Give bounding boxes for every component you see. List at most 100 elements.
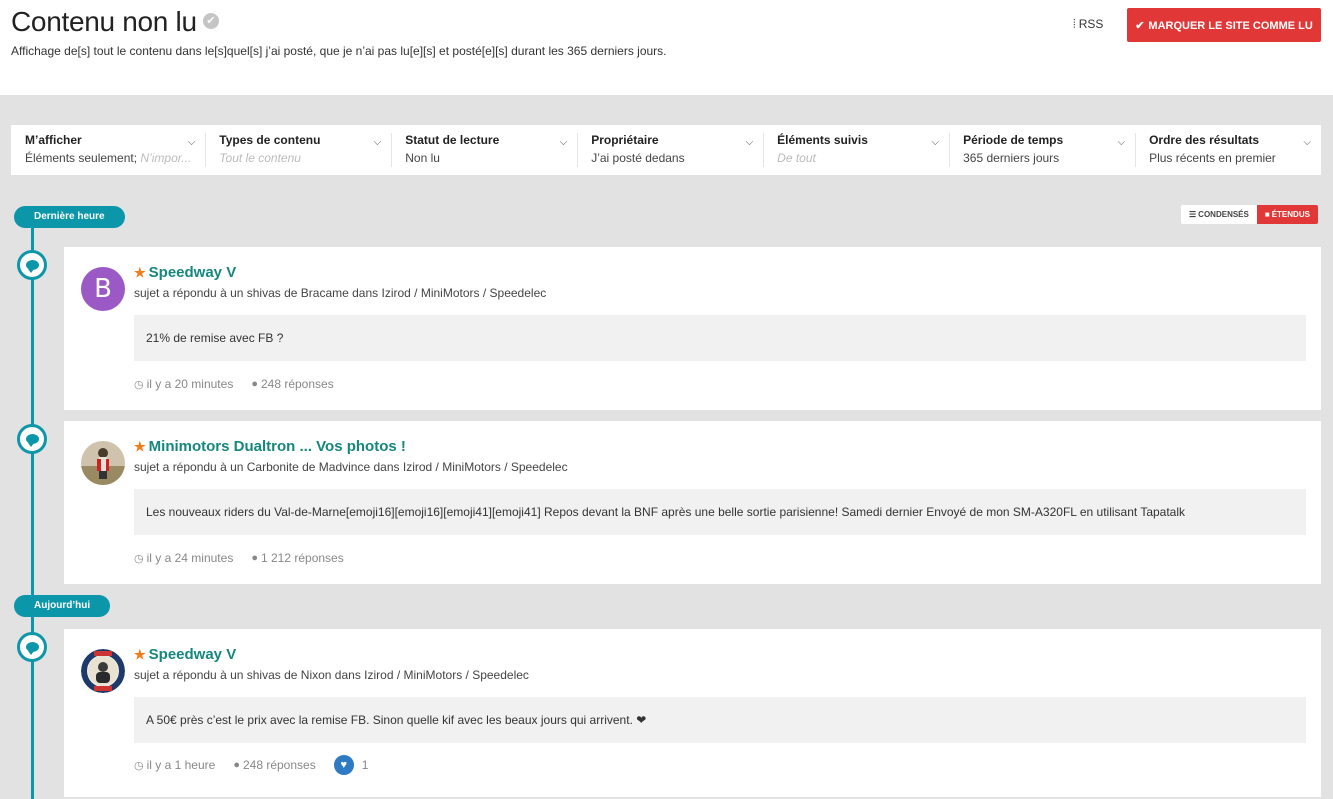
clock-icon: ◷ <box>134 378 144 391</box>
post-time: ◷ il y a 1 heure <box>134 758 215 772</box>
heart-icon: ♥ <box>333 755 354 775</box>
condensed-view-button[interactable]: ☰ CONDENSÉS <box>1181 205 1257 224</box>
comment-icon: ● <box>251 552 258 564</box>
list-icon: ☰ <box>1189 210 1197 219</box>
comment-node-icon <box>17 250 47 280</box>
filter-followed[interactable]: Éléments suivis De tout ⌵ <box>763 125 949 175</box>
chevron-down-icon: ⌵ <box>559 137 568 148</box>
chevron-down-icon: ⌵ <box>373 137 382 148</box>
post-title: Speedway V <box>148 646 237 663</box>
post-meta: ◷ il y a 1 heure ● 248 réponses ♥ 1 <box>134 755 386 775</box>
chevron-down-icon: ⌵ <box>745 137 754 148</box>
avatar-badge <box>81 649 125 693</box>
filter-content-types[interactable]: Types de contenu Tout le contenu ⌵ <box>205 125 391 175</box>
post-time: ◷ il y a 24 minutes <box>134 551 233 565</box>
filter-value: Tout le contenu <box>219 151 301 165</box>
post-subtitle: sujet a répondu à un shivas de Nixon dan… <box>134 668 529 682</box>
reaction-count: 1 <box>361 758 369 772</box>
comment-node-icon <box>17 632 47 662</box>
comment-node-icon <box>17 424 47 454</box>
post-meta: ◷ il y a 20 minutes ● 248 réponses <box>134 377 352 391</box>
post-title-link[interactable]: ★ Speedway V <box>134 646 236 663</box>
page-header: Contenu non lu ✔ Affichage de[s] tout le … <box>0 0 1333 95</box>
post-card: ★ Minimotors Dualtron ... Vos photos ! su… <box>64 421 1321 584</box>
post-replies-text: 248 réponses <box>242 758 316 772</box>
clock-icon: ◷ <box>134 759 144 772</box>
chevron-down-icon: ⌵ <box>1117 137 1126 148</box>
rss-label: RSS <box>1078 17 1104 31</box>
post-title: Speedway V <box>148 264 237 281</box>
filter-time-period[interactable]: Période de temps 365 derniers jours ⌵ <box>949 125 1135 175</box>
filter-value: Non lu <box>405 151 440 165</box>
time-group-label: Dernière heure <box>14 206 125 228</box>
post-replies: ● 248 réponses <box>251 377 333 391</box>
filter-bar: M’afficher Éléments seulement; N’impor..… <box>11 125 1321 175</box>
post-excerpt: Les nouveaux riders du Val-de-Marne[emoj… <box>134 489 1306 535</box>
mark-site-read-button[interactable]: ✔ MARQUER LE SITE COMME LU <box>1127 8 1321 42</box>
post-excerpt: 21% de remise avec FB ? <box>134 315 1306 361</box>
avatar[interactable]: B <box>81 267 125 311</box>
post-subtitle: sujet a répondu à un shivas de Bracame d… <box>134 286 546 300</box>
timeline-line <box>31 215 34 799</box>
post-replies: ● 248 réponses <box>233 758 315 772</box>
filter-value-main: Éléments seulement; <box>25 151 138 165</box>
filter-show-me[interactable]: M’afficher Éléments seulement; N’impor..… <box>11 125 205 175</box>
comment-icon: ● <box>233 759 240 771</box>
filter-value: Plus récents en premier <box>1149 151 1276 165</box>
comment-icon: ● <box>251 378 258 390</box>
post-replies-text: 1 212 réponses <box>260 551 344 565</box>
chevron-down-icon: ⌵ <box>1303 137 1312 148</box>
post-time-text: il y a 24 minutes <box>146 551 234 565</box>
post-time-text: il y a 1 heure <box>146 758 216 772</box>
filter-title: Propriétaire <box>591 133 659 147</box>
post-title-link[interactable]: ★ Speedway V <box>134 264 236 281</box>
expanded-label: ÉTENDUS <box>1271 210 1310 219</box>
subtitle-text: sujet a répondu à un shivas de Nixon dan… <box>134 668 361 682</box>
content-area: M’afficher Éléments seulement; N’impor..… <box>0 95 1333 799</box>
avatar[interactable] <box>81 441 125 485</box>
rss-icon: ⦙ <box>1073 17 1076 31</box>
filter-value: Éléments seulement; N’impor... <box>25 151 191 165</box>
check-icon: ✔ <box>1135 19 1145 32</box>
subtitle-text: sujet a répondu à un Carbonite de Madvin… <box>134 460 400 474</box>
post-time: ◷ il y a 20 minutes <box>134 377 233 391</box>
post-excerpt: A 50€ près c’est le prix avec la remise … <box>134 697 1306 743</box>
check-icon: ✔ <box>202 12 219 29</box>
forum-breadcrumb-link[interactable]: Izirod / MiniMotors / Speedelec <box>382 286 547 300</box>
clock-icon: ◷ <box>134 552 144 565</box>
post-reactions[interactable]: ♥ 1 <box>333 755 369 775</box>
chevron-down-icon: ⌵ <box>931 137 940 148</box>
post-meta: ◷ il y a 24 minutes ● 1 212 réponses <box>134 551 362 565</box>
view-toggle: ☰ CONDENSÉS ■ ÉTENDUS <box>1181 205 1318 224</box>
filter-value: J’ai posté dedans <box>591 151 685 165</box>
star-icon: ★ <box>134 265 146 280</box>
expanded-view-button[interactable]: ■ ÉTENDUS <box>1256 205 1318 224</box>
time-group-label: Aujourd’hui <box>14 595 111 617</box>
filter-title: Ordre des résultats <box>1149 133 1260 147</box>
post-replies: ● 1 212 réponses <box>251 551 343 565</box>
page-title: Contenu non lu ✔ <box>11 6 219 38</box>
filter-owner[interactable]: Propriétaire J’ai posté dedans ⌵ <box>577 125 763 175</box>
post-subtitle: sujet a répondu à un Carbonite de Madvin… <box>134 460 568 474</box>
filter-sort-order[interactable]: Ordre des résultats Plus récents en prem… <box>1135 125 1321 175</box>
post-card: ★ Speedway V sujet a répondu à un shivas … <box>64 629 1321 797</box>
filter-read-status[interactable]: Statut de lecture Non lu ⌵ <box>391 125 577 175</box>
filter-value-extra: N’impor... <box>137 151 192 165</box>
filter-value: 365 derniers jours <box>963 151 1060 165</box>
post-time-text: il y a 20 minutes <box>146 377 234 391</box>
forum-breadcrumb-link[interactable]: Izirod / MiniMotors / Speedelec <box>364 668 529 682</box>
star-icon: ★ <box>134 647 146 662</box>
filter-title: Éléments suivis <box>777 133 868 147</box>
square-icon: ■ <box>1264 210 1270 219</box>
rss-link[interactable]: ⦙ RSS <box>1073 17 1103 32</box>
avatar[interactable] <box>81 649 125 693</box>
forum-breadcrumb-link[interactable]: Izirod / MiniMotors / Speedelec <box>403 460 568 474</box>
post-title-link[interactable]: ★ Minimotors Dualtron ... Vos photos ! <box>134 438 406 455</box>
post-title: Minimotors Dualtron ... Vos photos ! <box>148 438 406 455</box>
filter-title: Statut de lecture <box>405 133 500 147</box>
page-description: Affichage de[s] tout le contenu dans le[… <box>11 44 667 58</box>
mark-site-read-label: MARQUER LE SITE COMME LU <box>1148 19 1313 32</box>
subtitle-text: sujet a répondu à un shivas de Bracame d… <box>134 286 379 300</box>
filter-title: M’afficher <box>25 133 82 147</box>
filter-value: De tout <box>777 151 816 165</box>
